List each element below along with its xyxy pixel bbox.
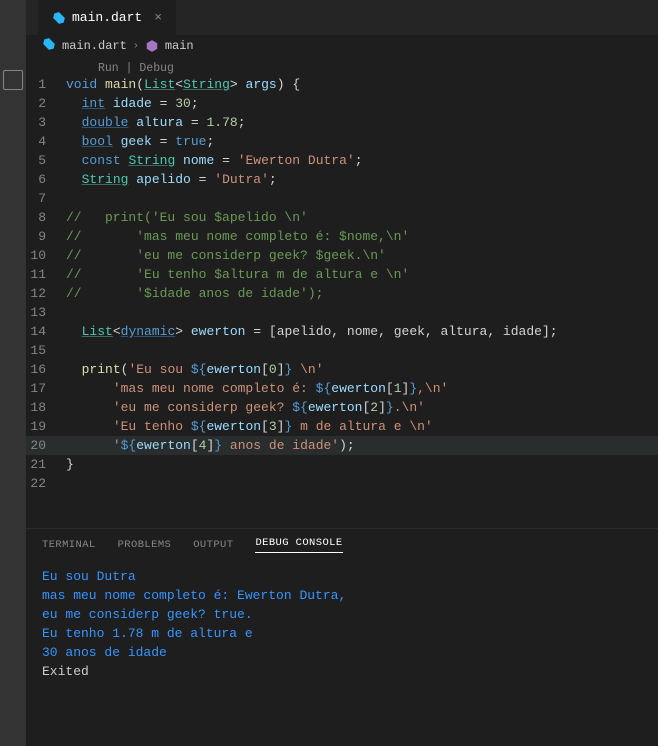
activity-bar bbox=[0, 0, 26, 746]
bottom-panel: TERMINAL PROBLEMS OUTPUT DEBUG CONSOLE E… bbox=[26, 528, 658, 746]
dart-file-icon bbox=[52, 11, 66, 25]
codelens-label: Run | Debug bbox=[98, 62, 174, 75]
panel-tabs: TERMINAL PROBLEMS OUTPUT DEBUG CONSOLE bbox=[26, 529, 658, 561]
code-editor[interactable]: 1void main(List<String> args) { 2 int id… bbox=[26, 75, 658, 528]
line-number: 18 bbox=[26, 398, 66, 417]
line-number: 12 bbox=[26, 284, 66, 303]
line-number: 13 bbox=[26, 303, 66, 322]
line-number: 4 bbox=[26, 132, 66, 151]
breadcrumb-file: main.dart bbox=[62, 39, 127, 53]
line-number: 16 bbox=[26, 360, 66, 379]
line-number: 2 bbox=[26, 94, 66, 113]
line-number: 11 bbox=[26, 265, 66, 284]
line-number: 14 bbox=[26, 322, 66, 341]
codelens[interactable]: Run | Debug bbox=[26, 57, 658, 75]
editor-area: main.dart × main.dart › main Run | Debug… bbox=[26, 0, 658, 746]
symbol-method-icon bbox=[145, 39, 159, 53]
line-number: 10 bbox=[26, 246, 66, 265]
line-number: 6 bbox=[26, 170, 66, 189]
line-number: 7 bbox=[26, 189, 66, 208]
output-line: Eu tenho 1.78 m de altura e bbox=[42, 624, 642, 643]
chevron-right-icon: › bbox=[133, 41, 139, 52]
dart-file-icon bbox=[42, 37, 56, 55]
output-line: Eu sou Dutra bbox=[42, 567, 642, 586]
exit-status: Exited bbox=[42, 662, 642, 681]
output-line: eu me considerp geek? true. bbox=[42, 605, 642, 624]
tab-problems[interactable]: PROBLEMS bbox=[118, 539, 172, 551]
line-number: 15 bbox=[26, 341, 66, 360]
breadcrumb-symbol: main bbox=[165, 39, 194, 53]
tab-bar: main.dart × bbox=[26, 0, 658, 35]
close-icon[interactable]: × bbox=[154, 10, 162, 25]
tab-label: main.dart bbox=[72, 10, 142, 25]
line-number: 17 bbox=[26, 379, 66, 398]
output-line: 30 anos de idade bbox=[42, 643, 642, 662]
activity-icon[interactable] bbox=[3, 70, 23, 90]
line-number: 21 bbox=[26, 455, 66, 474]
line-number: 9 bbox=[26, 227, 66, 246]
debug-console-output[interactable]: Eu sou Dutra mas meu nome completo é: Ew… bbox=[26, 561, 658, 687]
tab-terminal[interactable]: TERMINAL bbox=[42, 539, 96, 551]
line-number: 5 bbox=[26, 151, 66, 170]
editor-tab[interactable]: main.dart × bbox=[38, 0, 176, 35]
line-number: 8 bbox=[26, 208, 66, 227]
line-number: 3 bbox=[26, 113, 66, 132]
breadcrumb[interactable]: main.dart › main bbox=[26, 35, 658, 57]
line-number: 19 bbox=[26, 417, 66, 436]
output-line: mas meu nome completo é: Ewerton Dutra, bbox=[42, 586, 642, 605]
line-number: 20 bbox=[26, 436, 66, 455]
tab-debug-console[interactable]: DEBUG CONSOLE bbox=[255, 537, 342, 553]
tab-output[interactable]: OUTPUT bbox=[193, 539, 233, 551]
line-number: 22 bbox=[26, 474, 66, 493]
line-number: 1 bbox=[26, 75, 66, 94]
